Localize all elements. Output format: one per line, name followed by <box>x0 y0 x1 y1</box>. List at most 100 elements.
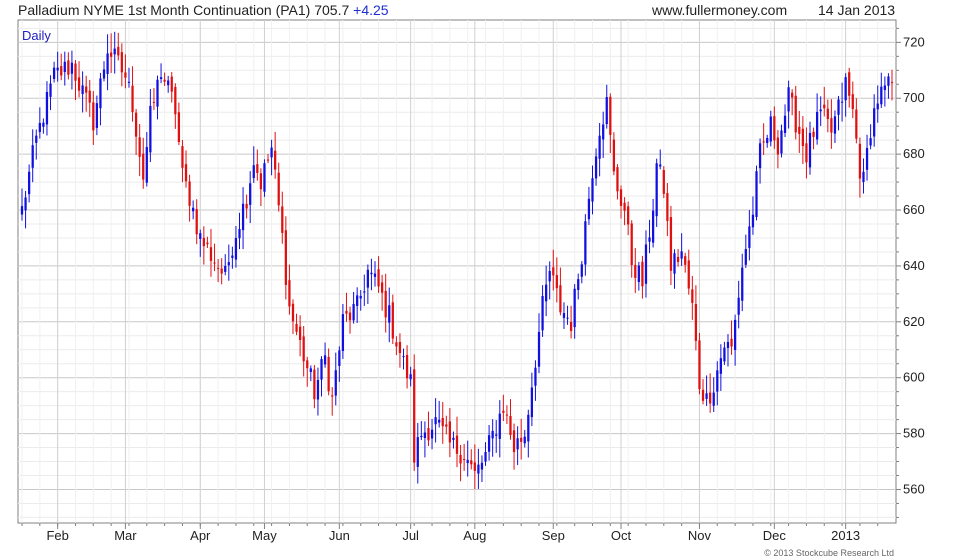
candle-body-up <box>637 265 640 283</box>
y-tick-label: 700 <box>903 90 925 105</box>
candle-body-down <box>398 341 402 354</box>
candle-body-up <box>584 221 587 265</box>
candle-body-up <box>334 370 337 396</box>
candle-body-up <box>566 317 569 319</box>
candle-body-down <box>684 256 687 265</box>
candle-body-down <box>202 237 205 247</box>
candle-body-down <box>509 416 512 436</box>
candle-body-up <box>648 237 651 242</box>
candle-body-up <box>783 115 787 134</box>
candle-body-down <box>77 77 81 91</box>
candle-body-up <box>766 137 769 144</box>
x-tick-label: May <box>252 528 277 543</box>
candle-body-up <box>20 206 24 215</box>
candle-body-down <box>117 46 120 56</box>
candle-body-down <box>666 193 669 221</box>
candle-body-down <box>730 338 733 347</box>
candle-body-up <box>416 437 419 467</box>
candle-body-up <box>712 392 715 406</box>
price-chart: 560 580 600 620 640 660 680 700 720 Feb Mar Apr May J… <box>17 19 925 558</box>
candle-body-down <box>851 94 854 110</box>
candle-body-up <box>159 77 163 79</box>
candle-body-up <box>537 331 541 367</box>
candle-body-up <box>758 143 762 169</box>
candle-body-down <box>142 153 145 180</box>
candle-body-up <box>869 138 872 146</box>
candle-body-down <box>459 454 462 464</box>
candle-body-down <box>669 217 673 271</box>
candle-body-down <box>698 340 701 390</box>
candle-body-down <box>245 203 248 209</box>
candle-body-down <box>855 109 858 139</box>
candle-body-up <box>659 164 662 167</box>
candle-body-up <box>748 226 751 248</box>
candle-body-up <box>423 432 427 439</box>
candle-body-up <box>31 145 34 168</box>
candle-body-up <box>498 413 501 439</box>
candle-body-down <box>470 460 473 465</box>
candle-body-up <box>352 303 355 321</box>
candle-body-down <box>512 430 516 453</box>
candle-body-down <box>206 242 209 245</box>
candle-body-up <box>373 273 377 277</box>
candle-body-up <box>477 464 480 474</box>
candle-body-down <box>405 354 409 379</box>
x-tick-label: 2013 <box>831 528 860 543</box>
candle-body-down <box>662 170 665 194</box>
candle-body-up <box>580 264 583 277</box>
candle-body-down <box>295 323 298 332</box>
candle-body-up <box>545 284 548 302</box>
candle-body-down <box>627 206 630 225</box>
candle-body-down <box>331 395 334 397</box>
candle-body-up <box>231 255 234 258</box>
candle-body-up <box>402 356 405 358</box>
candle-body-down <box>612 139 616 172</box>
candle-body-down <box>124 72 127 78</box>
candle-body-up <box>167 80 170 86</box>
candle-body-up <box>263 163 266 192</box>
candle-body-up <box>755 171 758 217</box>
candle-body-up <box>199 233 202 239</box>
candle-body-up <box>145 147 148 183</box>
candle-body-up <box>438 419 441 423</box>
candle-body-up <box>808 132 812 168</box>
candle-body-down <box>380 282 384 293</box>
candle-body-up <box>591 178 594 202</box>
candle-body-up <box>833 116 837 134</box>
candle-body-up <box>27 171 31 195</box>
candle-body-down <box>445 424 448 427</box>
interval-label: Daily <box>22 28 51 43</box>
candle-body-up <box>452 437 455 440</box>
candle-body-down <box>630 223 633 266</box>
candle-body-up <box>484 452 487 462</box>
candle-body-up <box>491 430 494 439</box>
candle-body-up <box>63 61 66 73</box>
candle-body-up <box>320 359 323 380</box>
candle-body-down <box>455 435 459 454</box>
candle-body-down <box>762 141 765 143</box>
candle-body-up <box>49 83 52 97</box>
candle-body-down <box>174 86 177 115</box>
candle-body-down <box>345 310 348 314</box>
candle-body-down <box>177 112 181 143</box>
candle-body-up <box>81 85 84 95</box>
candle-body-up <box>719 358 722 374</box>
candle-body-down <box>427 428 430 441</box>
candle-body-down <box>163 79 166 82</box>
candle-body-down <box>195 209 198 235</box>
x-tick-label: Nov <box>688 528 712 543</box>
x-tick-label: Mar <box>114 528 137 543</box>
candle-body-down <box>830 118 833 133</box>
candle-body-up <box>769 116 772 142</box>
candle-body-up <box>363 291 366 293</box>
candle-body-up <box>573 288 576 328</box>
y-tick-label: 560 <box>903 481 925 496</box>
candle-body-up <box>495 434 498 436</box>
candle-body-up <box>106 53 109 74</box>
candle-body-up <box>480 462 484 470</box>
candle-body-up <box>880 86 883 105</box>
candle-body-up <box>249 183 252 205</box>
candle-body-down <box>858 143 862 179</box>
candle-body-down <box>131 85 134 113</box>
candle-body-down <box>848 72 851 96</box>
